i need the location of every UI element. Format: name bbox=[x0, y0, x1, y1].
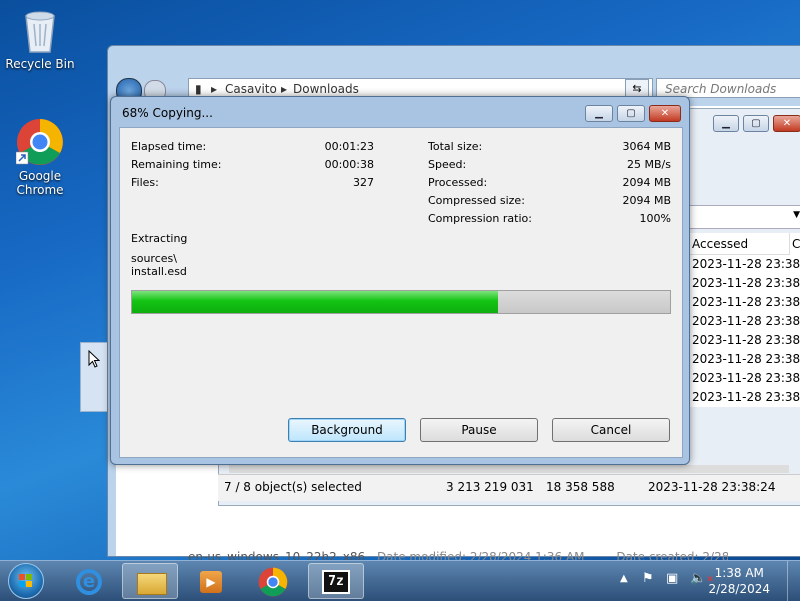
column-header-accessed[interactable]: Accessed bbox=[685, 233, 789, 255]
cancel-button[interactable]: Cancel bbox=[552, 418, 670, 442]
remaining-value: 00:00:38 bbox=[324, 158, 374, 171]
list-item-accessed[interactable]: 2023-11-28 23:38 bbox=[685, 388, 800, 407]
taskbar-internet-explorer[interactable]: e bbox=[62, 563, 118, 599]
copy-progress-dialog: 68% Copying... ▁ ▢ ✕ Elapsed time: 00:01… bbox=[110, 96, 690, 465]
internet-explorer-icon: e bbox=[76, 569, 102, 595]
file-explorer-icon bbox=[137, 573, 167, 595]
mouse-cursor-icon bbox=[88, 350, 100, 368]
list-item-accessed[interactable]: 2023-11-28 23:38 bbox=[685, 369, 800, 388]
taskbar-7zip[interactable]: 7z bbox=[308, 563, 364, 599]
clock-time: 1:38 AM bbox=[714, 566, 764, 580]
current-path-line1: sources\ bbox=[131, 252, 177, 265]
minimize-button[interactable]: ▁ bbox=[585, 105, 613, 122]
show-hidden-icons-icon[interactable]: ▲ bbox=[620, 573, 628, 584]
status-bar: 7 / 8 object(s) selected 3 213 219 031 1… bbox=[218, 474, 800, 501]
desktop-icon-chrome[interactable]: Google Chrome bbox=[0, 118, 80, 197]
search-input[interactable]: Search Downloads bbox=[656, 78, 800, 98]
close-button[interactable]: ✕ bbox=[649, 105, 681, 122]
7zip-icon: 7z bbox=[322, 570, 350, 594]
current-path-line2: install.esd bbox=[131, 265, 187, 278]
total-size-label: Total size: bbox=[428, 140, 483, 153]
column-header-next[interactable]: C bbox=[789, 233, 800, 255]
progress-bar bbox=[131, 290, 671, 314]
list-item-accessed[interactable]: 2023-11-28 23:38 bbox=[685, 255, 800, 274]
list-item-accessed[interactable]: 2023-11-28 23:38 bbox=[685, 350, 800, 369]
files-value: 327 bbox=[353, 176, 374, 189]
taskbar: e ▶ 7z ▲ ⚑ ▣ 🔈✕ 1:38 AM 2/28/2024 bbox=[0, 560, 800, 601]
list-item-accessed[interactable]: 2023-11-28 23:38 bbox=[685, 274, 800, 293]
path-combo[interactable]: ▼ bbox=[685, 205, 800, 229]
taskbar-chrome[interactable] bbox=[246, 563, 302, 599]
chrome-icon bbox=[15, 119, 63, 165]
pause-button[interactable]: Pause bbox=[420, 418, 538, 442]
windows-logo-icon bbox=[19, 574, 32, 587]
breadcrumb-downloads[interactable]: Downloads bbox=[293, 82, 359, 96]
dialog-title: 68% Copying... bbox=[122, 106, 213, 120]
status-size: 3 213 219 031 bbox=[446, 480, 534, 494]
media-player-icon: ▶ bbox=[200, 571, 222, 593]
maximize-button[interactable]: ▢ bbox=[743, 115, 769, 132]
folder-icon: ▮ bbox=[195, 82, 202, 96]
speed-label: Speed: bbox=[428, 158, 467, 171]
processed-label: Processed: bbox=[428, 176, 488, 189]
maximize-button[interactable]: ▢ bbox=[617, 105, 645, 122]
chrome-icon bbox=[258, 567, 288, 597]
recycle-bin-icon bbox=[25, 11, 55, 53]
total-size-value: 3064 MB bbox=[622, 140, 671, 153]
files-label: Files: bbox=[131, 176, 159, 189]
list-item-accessed[interactable]: 2023-11-28 23:38 bbox=[685, 312, 800, 331]
processed-value: 2094 MB bbox=[622, 176, 671, 189]
action-center-flag-icon[interactable]: ⚑ bbox=[642, 571, 654, 586]
start-orb-icon[interactable] bbox=[8, 563, 44, 599]
clock[interactable]: 1:38 AM 2/28/2024 bbox=[708, 565, 770, 597]
compressed-size-label: Compressed size: bbox=[428, 194, 525, 207]
operation-label: Extracting bbox=[131, 232, 188, 245]
clock-date: 2/28/2024 bbox=[708, 582, 770, 596]
taskbar-media-player[interactable]: ▶ bbox=[184, 563, 240, 599]
chevron-down-icon: ▼ bbox=[793, 210, 800, 220]
desktop-icon-label: Google bbox=[18, 169, 62, 183]
breadcrumb-chevron-icon: ▸ bbox=[211, 82, 218, 96]
minimize-button[interactable]: ▁ bbox=[713, 115, 739, 132]
desktop-icon-label: Recycle Bin bbox=[5, 57, 75, 71]
accessed-column: 2023-11-28 23:38 2023-11-28 23:38 2023-11-… bbox=[685, 255, 800, 407]
status-date: 2023-11-28 23:38:24 bbox=[648, 480, 776, 494]
show-desktop-button[interactable] bbox=[787, 561, 800, 601]
compression-ratio-value: 100% bbox=[639, 212, 671, 225]
breadcrumb-casavito[interactable]: Casavito bbox=[225, 82, 277, 96]
dialog-client: Elapsed time: 00:01:23 Remaining time: 0… bbox=[119, 127, 683, 458]
horizontal-scrollbar[interactable] bbox=[229, 465, 789, 473]
close-button[interactable]: ✕ bbox=[773, 115, 800, 132]
taskbar-file-explorer[interactable] bbox=[122, 563, 178, 599]
status-packed: 18 358 588 bbox=[546, 480, 615, 494]
elapsed-label: Elapsed time: bbox=[131, 140, 207, 153]
elapsed-value: 00:01:23 bbox=[324, 140, 374, 153]
network-icon[interactable]: ▣ bbox=[666, 571, 678, 586]
compression-ratio-label: Compression ratio: bbox=[428, 212, 532, 225]
remaining-label: Remaining time: bbox=[131, 158, 222, 171]
list-item-accessed[interactable]: 2023-11-28 23:38 bbox=[685, 293, 800, 312]
status-selected: 7 / 8 object(s) selected bbox=[224, 480, 362, 494]
desktop-icon-label: Chrome bbox=[16, 183, 64, 197]
speed-value: 25 MB/s bbox=[627, 158, 671, 171]
list-item-accessed[interactable]: 2023-11-28 23:38 bbox=[685, 331, 800, 350]
background-button[interactable]: Background bbox=[288, 418, 406, 442]
progress-fill bbox=[132, 291, 498, 313]
breadcrumb-chevron-icon: ▸ bbox=[281, 82, 288, 96]
desktop-icon-recycle-bin[interactable]: Recycle Bin bbox=[0, 6, 80, 71]
compressed-size-value: 2094 MB bbox=[622, 194, 671, 207]
